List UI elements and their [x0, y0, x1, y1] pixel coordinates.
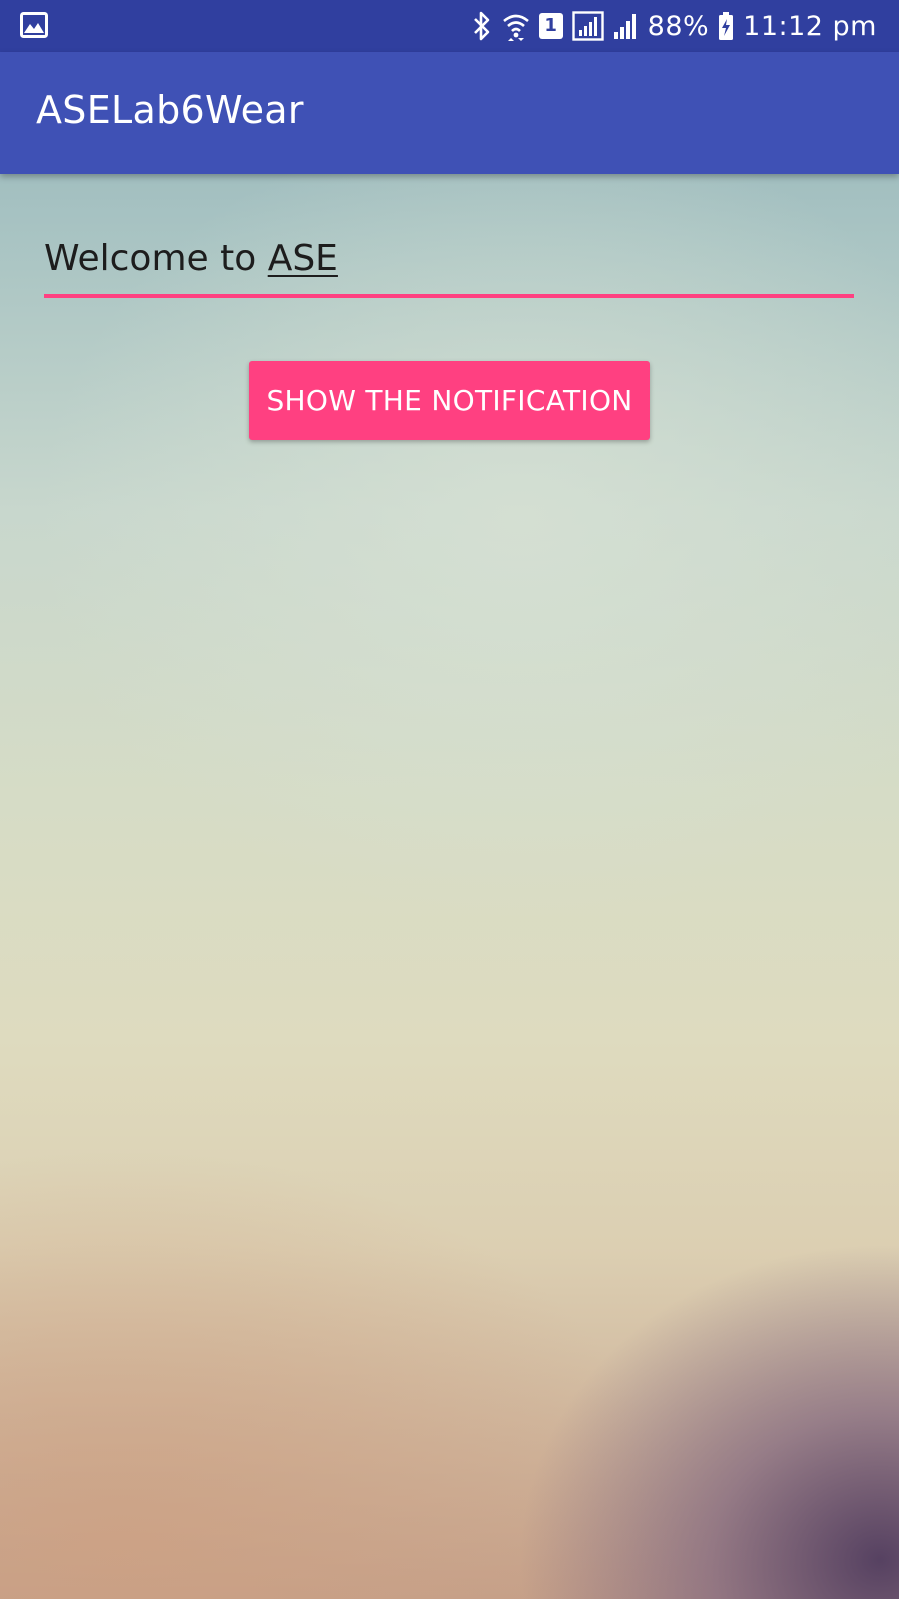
battery-charging-icon — [718, 11, 734, 41]
app-title: ASELab6Wear — [36, 88, 304, 132]
sim-label: 1 — [544, 15, 557, 36]
clock: 11:12 pm — [743, 10, 877, 42]
edit-text-content: Welcome to ASE — [44, 238, 338, 279]
wifi-icon — [502, 11, 530, 41]
bluetooth-icon — [471, 11, 493, 41]
image-notification-icon — [20, 12, 48, 38]
status-bar: 1 88% 11:12 pm — [0, 0, 899, 52]
app-bar: ASELab6Wear — [0, 52, 899, 174]
app-screen: 1 88% 11:12 pm ASELab6Wear Welcome to AS… — [0, 0, 899, 1599]
edit-text-underline — [44, 294, 854, 298]
edit-text-prefix: Welcome to — [44, 238, 268, 279]
signal-icon — [613, 11, 639, 41]
welcome-edit-text[interactable]: Welcome to ASE — [44, 232, 854, 298]
sim-icon: 1 — [538, 13, 563, 39]
show-notification-button[interactable]: SHOW THE NOTIFICATION — [249, 361, 650, 440]
battery-percent: 88% — [647, 10, 710, 42]
status-icons: 1 88% 11:12 pm — [471, 0, 877, 52]
edit-text-underlined-word: ASE — [267, 238, 338, 279]
signal-box-icon — [571, 11, 604, 41]
